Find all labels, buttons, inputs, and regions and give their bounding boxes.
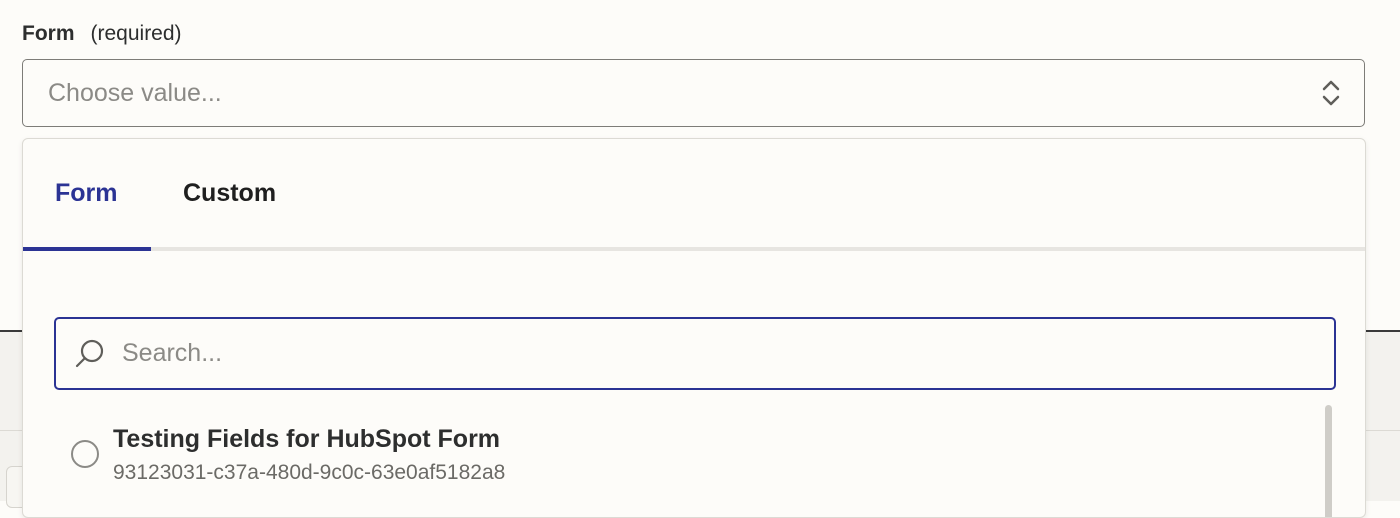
list-item[interactable]: Testing Fields for HubSpot Form 93123031… (69, 421, 1289, 491)
field-label-row: Form (required) (22, 20, 182, 48)
search-icon (75, 339, 104, 367)
tab-custom[interactable]: Custom (183, 179, 276, 208)
field-label: Form (22, 22, 75, 45)
radio-unchecked-icon[interactable] (71, 440, 99, 468)
select-placeholder: Choose value... (48, 78, 222, 107)
search-field[interactable] (54, 317, 1336, 390)
chevron-up-down-icon (1322, 80, 1340, 106)
form-select[interactable]: Choose value... (22, 59, 1365, 127)
tab-form[interactable]: Form (55, 179, 118, 208)
dropdown-tabs: Form Custom (23, 139, 1365, 251)
active-tab-indicator (23, 247, 151, 251)
option-id: 93123031-c37a-480d-9c0c-63e0af5182a8 (113, 461, 506, 484)
search-input[interactable] (120, 338, 1274, 369)
required-indicator: (required) (90, 22, 182, 45)
scrollbar[interactable] (1325, 405, 1332, 517)
option-title: Testing Fields for HubSpot Form (113, 425, 501, 453)
tabs-divider (23, 247, 1365, 251)
select-dropdown: Form Custom Testing Fields for HubSpot F… (22, 138, 1366, 518)
